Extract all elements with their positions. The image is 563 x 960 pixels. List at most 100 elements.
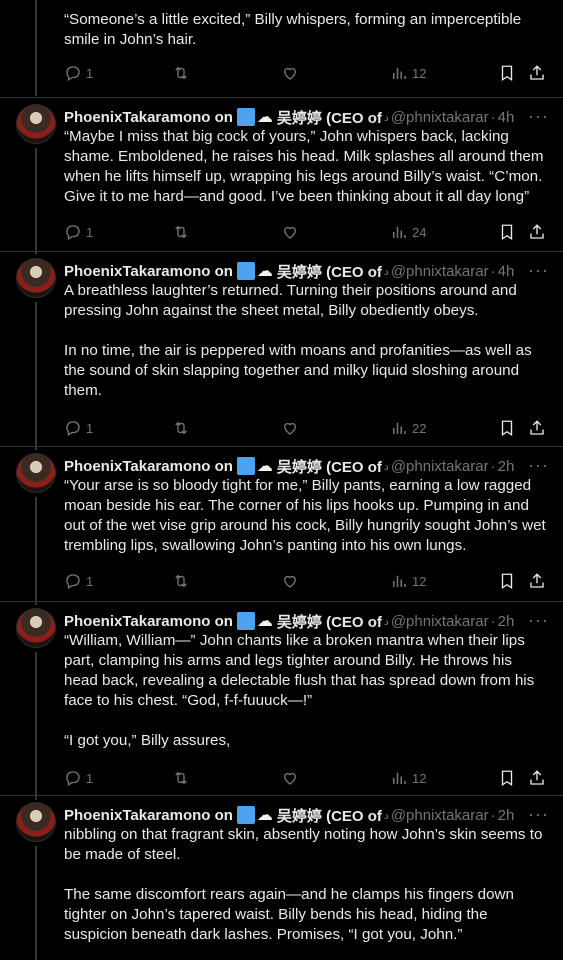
bookmark-button[interactable] <box>498 221 516 243</box>
views-button[interactable]: 12 <box>390 767 426 789</box>
views-button[interactable]: 24 <box>390 221 426 243</box>
views-button[interactable]: 22 <box>390 417 426 439</box>
cloud-icon: ☁ <box>256 458 273 475</box>
avatar[interactable] <box>16 258 56 298</box>
tweet-actions: 1 22 <box>64 417 548 439</box>
share-button[interactable] <box>528 570 546 592</box>
more-icon[interactable]: ··· <box>528 106 549 127</box>
reply-count: 1 <box>86 573 94 589</box>
bookmark-button[interactable] <box>498 570 516 592</box>
tweet-time[interactable]: 4h <box>498 263 515 280</box>
tweet-actions: 1 12 <box>64 62 548 84</box>
retweet-icon <box>175 421 187 435</box>
like-button[interactable] <box>281 767 299 789</box>
author-cjk-name[interactable]: 吴婷婷 (CEO of <box>277 805 382 826</box>
tweet-time[interactable]: 2h <box>498 458 515 475</box>
bookmark-button[interactable] <box>498 767 516 789</box>
author-name[interactable]: PhoenixTakaramono on <box>64 263 233 280</box>
avatar[interactable] <box>16 608 56 648</box>
views-icon <box>393 772 406 784</box>
separator-dot: · <box>490 806 496 824</box>
share-button[interactable] <box>528 221 546 243</box>
retweet-icon <box>175 66 187 80</box>
tweet[interactable]: PhoenixTakaramono on ☁ 吴婷婷 (CEO of ﺩ @ph… <box>0 251 563 447</box>
tweet[interactable]: PhoenixTakaramono on ☁ 吴婷婷 (CEO of ﺩ @ph… <box>0 446 563 602</box>
like-button[interactable] <box>281 417 299 439</box>
tweet-partial[interactable]: “Someone’s a little excited,” Billy whis… <box>0 0 563 97</box>
reply-button[interactable]: 1 <box>64 570 93 592</box>
separator-dot: · <box>490 108 496 126</box>
author-handle[interactable]: @phnixtakarar <box>391 263 489 280</box>
tweet[interactable]: PhoenixTakaramono on ☁ 吴婷婷 (CEO of ﺩ @ph… <box>0 601 563 796</box>
small-mark: ﺩ <box>383 809 389 822</box>
author-cjk-name[interactable]: 吴婷婷 (CEO of <box>277 611 382 632</box>
tweet-time[interactable]: 4h <box>498 109 515 126</box>
tweet-time[interactable]: 2h <box>498 807 515 824</box>
separator-dot: · <box>490 262 496 280</box>
more-icon[interactable]: ··· <box>528 260 549 281</box>
avatar[interactable] <box>16 453 56 493</box>
bookmark-icon <box>501 65 513 82</box>
tweet-paragraph: In no time, the air is peppered with moa… <box>64 342 532 399</box>
author-handle[interactable]: @phnixtakarar <box>391 807 489 824</box>
share-icon <box>530 224 544 239</box>
reply-button[interactable]: 1 <box>64 62 93 84</box>
tweet-actions: 1 12 <box>64 570 548 592</box>
retweet-icon <box>175 574 187 588</box>
views-button[interactable]: 12 <box>390 62 426 84</box>
tweet[interactable]: PhoenixTakaramono on ☁ 吴婷婷 (CEO of ﺩ @ph… <box>0 97 563 252</box>
share-icon <box>530 770 544 785</box>
views-count: 12 <box>412 573 427 589</box>
views-button[interactable]: 12 <box>390 570 426 592</box>
author-handle[interactable]: @phnixtakarar <box>391 613 489 630</box>
bookmark-button[interactable] <box>498 417 516 439</box>
reply-button[interactable]: 1 <box>64 417 93 439</box>
more-icon[interactable]: ··· <box>528 610 549 631</box>
author-handle[interactable]: @phnixtakarar <box>391 109 489 126</box>
retweet-button[interactable] <box>172 570 190 592</box>
avatar[interactable] <box>16 802 56 842</box>
bookmark-icon <box>501 420 513 437</box>
retweet-button[interactable] <box>172 767 190 789</box>
tweet-text: “Maybe I miss that big cock of yours,” J… <box>64 127 549 207</box>
author-name[interactable]: PhoenixTakaramono on <box>64 807 233 824</box>
share-button[interactable] <box>528 417 546 439</box>
tweet-paragraph: “William, William—” John chants like a b… <box>64 632 535 709</box>
retweet-button[interactable] <box>172 417 190 439</box>
avatar[interactable] <box>16 104 56 144</box>
tweet-text: “Your arse is so bloody tight for me,” B… <box>64 476 549 556</box>
author-name[interactable]: PhoenixTakaramono on <box>64 613 233 630</box>
blue-square-badge-icon <box>236 806 255 824</box>
author-cjk-name[interactable]: 吴婷婷 (CEO of <box>277 107 382 128</box>
like-button[interactable] <box>281 62 299 84</box>
small-mark: ﺩ <box>383 460 389 473</box>
share-icon <box>530 420 544 435</box>
reply-button[interactable]: 1 <box>64 767 93 789</box>
author-name[interactable]: PhoenixTakaramono on <box>64 109 233 126</box>
bookmark-button[interactable] <box>498 62 516 84</box>
author-cjk-name[interactable]: 吴婷婷 (CEO of <box>277 456 382 477</box>
author-handle[interactable]: @phnixtakarar <box>391 458 489 475</box>
like-button[interactable] <box>281 221 299 243</box>
small-mark: ﺩ <box>383 111 389 124</box>
like-button[interactable] <box>281 570 299 592</box>
author-name[interactable]: PhoenixTakaramono on <box>64 458 233 475</box>
retweet-button[interactable] <box>172 221 190 243</box>
reply-button[interactable]: 1 <box>64 221 93 243</box>
tweet-text: nibbling on that fragrant skin, absently… <box>64 825 549 945</box>
bookmark-icon <box>501 224 513 241</box>
retweet-icon <box>175 771 187 785</box>
tweet-header: PhoenixTakaramono on ☁ 吴婷婷 (CEO of ﺩ @ph… <box>64 804 549 826</box>
tweet-text: “Someone’s a little excited,” Billy whis… <box>64 10 549 50</box>
tweet[interactable]: PhoenixTakaramono on ☁ 吴婷婷 (CEO of ﺩ @ph… <box>0 795 563 960</box>
tweet-time[interactable]: 2h <box>498 613 515 630</box>
author-cjk-name[interactable]: 吴婷婷 (CEO of <box>277 261 382 282</box>
more-icon[interactable]: ··· <box>528 455 549 476</box>
tweet-actions: 1 12 <box>64 767 548 789</box>
more-icon[interactable]: ··· <box>528 804 549 825</box>
reply-icon <box>66 574 80 589</box>
share-button[interactable] <box>528 767 546 789</box>
retweet-button[interactable] <box>172 62 190 84</box>
share-button[interactable] <box>528 62 546 84</box>
tweet-text: “William, William—” John chants like a b… <box>64 631 549 751</box>
